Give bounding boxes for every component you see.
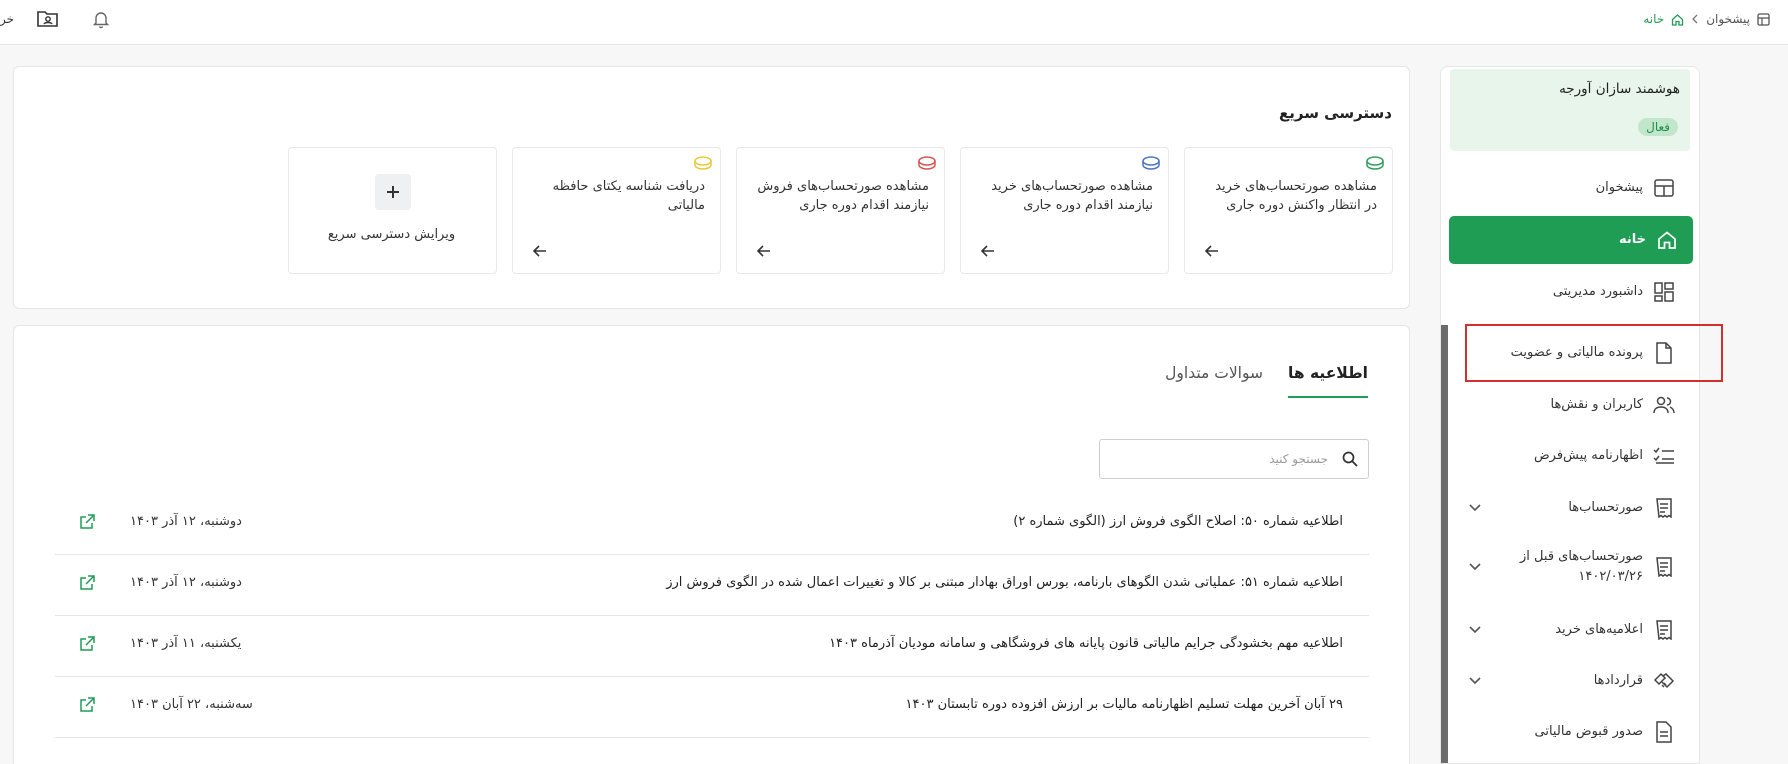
arrow-left-icon[interactable] — [756, 242, 771, 261]
bill-icon — [1651, 720, 1677, 744]
edit-quick-access-label: ویرایش دسترسی سریع — [327, 227, 456, 242]
external-link-icon[interactable] — [79, 636, 95, 656]
plus-icon — [375, 174, 411, 210]
list-item[interactable]: اطلاعیه مهم بخشودگی جرایم مالیاتی قانون … — [55, 616, 1369, 677]
receipt-icon — [1651, 618, 1677, 642]
announcement-date: دوشنبه، ۱۲ آذر ۱۴۰۳ — [130, 514, 242, 529]
sidebar-item-invoices[interactable]: صورتحساب‌ها — [1441, 486, 1699, 530]
sidebar-item-label: داشبورد مدیریتی — [1552, 284, 1643, 299]
announcement-date: دوشنبه، ۱۲ آذر ۱۴۰۳ — [130, 575, 242, 590]
quick-tile-label: مشاهده صورتحساب‌های خرید نیازمند اقدام د… — [991, 179, 1153, 213]
sidebar-item-label: صورتحساب‌های قبل از ۱۴۰۲/۰۳/۲۶ — [1520, 549, 1643, 584]
status-badge: فعال — [1638, 118, 1678, 136]
breadcrumb-separator-icon — [1691, 14, 1699, 24]
receipt-icon — [1651, 496, 1677, 520]
sidebar-item-old-invoices[interactable]: صورتحساب‌های قبل از ۱۴۰۲/۰۳/۲۶ — [1441, 537, 1699, 597]
quick-tile-memory-id[interactable]: دریافت شناسه یکتای حافظه مالیاتی — [512, 147, 721, 274]
widgets-icon — [1651, 280, 1677, 304]
sidebar-item-contracts[interactable]: قراردادها — [1441, 659, 1699, 703]
sidebar-item-label: صدور قبوض مالیاتی — [1534, 724, 1643, 739]
sidebar-item-label: خانه — [1618, 232, 1646, 247]
coins-icon — [1364, 154, 1386, 176]
sidebar-item-label: اظهارنامه پیش‌فرض — [1533, 448, 1643, 463]
sidebar-item-users[interactable]: کاربران و نقش‌ها — [1441, 383, 1699, 427]
quick-tile-purchase-action[interactable]: مشاهده صورتحساب‌های خرید نیازمند اقدام د… — [960, 147, 1169, 274]
coins-icon — [1140, 154, 1162, 176]
sidebar: هوشمند سازان آورجه فعال پیشخوان خانه داش… — [1440, 66, 1700, 764]
external-link-icon[interactable] — [79, 575, 95, 595]
dashboard-grid-icon — [1651, 176, 1677, 200]
tab-faq[interactable]: سوالات متداول — [1165, 364, 1263, 398]
sidebar-item-dashboard[interactable]: پیشخوان — [1441, 166, 1699, 210]
chevron-down-icon[interactable] — [1469, 626, 1481, 634]
sidebar-item-purchase-notices[interactable]: اعلامیه‌های خرید — [1441, 608, 1699, 652]
external-link-icon[interactable] — [79, 514, 95, 534]
sidebar-item-management-dashboard[interactable]: داشبورد مدیریتی — [1441, 270, 1699, 314]
sidebar-item-tax-bills[interactable]: صدور قبوض مالیاتی — [1441, 710, 1699, 754]
company-card: هوشمند سازان آورجه فعال — [1450, 69, 1690, 151]
list-item[interactable]: ۲۹ آبان آخرین مهلت تسلیم اظهارنامه مالیا… — [55, 677, 1369, 738]
quick-tile-label: دریافت شناسه یکتای حافظه مالیاتی — [552, 179, 705, 213]
sidebar-item-label: اعلامیه‌های خرید — [1555, 622, 1643, 637]
announcements-card: اطلاعیه ها سوالات متداول اطلاعیه شماره ۵… — [13, 325, 1410, 764]
bell-icon[interactable] — [92, 9, 110, 29]
breadcrumb-home-icon — [1671, 13, 1684, 26]
announcement-title[interactable]: اطلاعیه شماره ۵۰: اصلاح الگوی فروش ارز (… — [1013, 514, 1343, 529]
list-item[interactable]: اطلاعیه شماره ۵۰: اصلاح الگوی فروش ارز (… — [55, 494, 1369, 555]
search-icon[interactable] — [1342, 451, 1358, 471]
quick-tile-purchase-awaiting[interactable]: مشاهده صورتحساب‌های خرید در انتظار واکنش… — [1184, 147, 1393, 274]
top-bar: خروج پیشخوان خانه — [0, 0, 1788, 45]
quick-tile-label: مشاهده صورتحساب‌های فروش نیازمند اقدام د… — [757, 179, 929, 213]
announcement-title[interactable]: ۲۹ آبان آخرین مهلت تسلیم اظهارنامه مالیا… — [906, 697, 1343, 712]
arrow-left-icon[interactable] — [1204, 242, 1219, 261]
sidebar-item-default-declaration[interactable]: اظهارنامه پیش‌فرض — [1441, 434, 1699, 478]
handshake-icon — [1651, 669, 1677, 693]
announcement-title[interactable]: اطلاعیه شماره ۵۱: عملیاتی شدن الگوهای با… — [666, 575, 1343, 590]
quick-access-card: دسترسی سریع مشاهده صورتحساب‌های خرید در … — [13, 66, 1410, 309]
logout-label[interactable]: خروج — [0, 12, 14, 26]
coins-icon — [916, 154, 938, 176]
users-icon — [1651, 393, 1677, 417]
arrow-left-icon[interactable] — [532, 242, 547, 261]
breadcrumb-current[interactable]: خانه — [1643, 12, 1664, 26]
sidebar-item-label: صورتحساب‌ها — [1568, 500, 1643, 515]
company-name: هوشمند سازان آورجه — [1559, 81, 1680, 97]
checklist-icon — [1651, 444, 1677, 468]
quick-tile-label: مشاهده صورتحساب‌های خرید در انتظار واکنش… — [1215, 179, 1377, 213]
quick-access-title: دسترسی سریع — [1278, 104, 1392, 122]
search-input[interactable] — [1108, 444, 1328, 474]
folder-user-icon[interactable] — [36, 9, 60, 29]
sidebar-item-home[interactable]: خانه — [1449, 216, 1693, 264]
announcement-date: یکشنبه، ۱۱ آذر ۱۴۰۳ — [130, 636, 242, 651]
edit-quick-access-button[interactable]: ویرایش دسترسی سریع — [288, 147, 497, 274]
highlight-box — [1465, 324, 1723, 382]
sidebar-item-label: کاربران و نقش‌ها — [1550, 397, 1643, 412]
sidebar-item-label: قراردادها — [1593, 673, 1643, 688]
chevron-down-icon[interactable] — [1469, 504, 1481, 512]
chevron-down-icon[interactable] — [1469, 677, 1481, 685]
receipt-icon — [1651, 555, 1677, 579]
search-box — [1099, 439, 1369, 479]
quick-tile-sales-action[interactable]: مشاهده صورتحساب‌های فروش نیازمند اقدام د… — [736, 147, 945, 274]
home-icon — [1654, 228, 1680, 252]
breadcrumb-root-icon — [1757, 12, 1770, 26]
top-left-actions: خروج — [0, 8, 110, 30]
announcement-title[interactable]: اطلاعیه مهم بخشودگی جرایم مالیاتی قانون … — [829, 636, 1343, 651]
arrow-left-icon[interactable] — [980, 242, 995, 261]
coins-icon — [692, 154, 714, 176]
breadcrumb-root[interactable]: پیشخوان — [1706, 12, 1750, 26]
tab-announcements[interactable]: اطلاعیه ها — [1288, 364, 1368, 398]
breadcrumb: پیشخوان خانه — [1643, 9, 1770, 29]
announcement-date: سه‌شنبه، ۲۲ آبان ۱۴۰۳ — [130, 697, 253, 712]
chevron-down-icon[interactable] — [1469, 563, 1481, 571]
external-link-icon[interactable] — [79, 697, 95, 717]
sidebar-item-label: پیشخوان — [1595, 180, 1643, 195]
list-item[interactable]: اطلاعیه شماره ۵۱: عملیاتی شدن الگوهای با… — [55, 555, 1369, 616]
